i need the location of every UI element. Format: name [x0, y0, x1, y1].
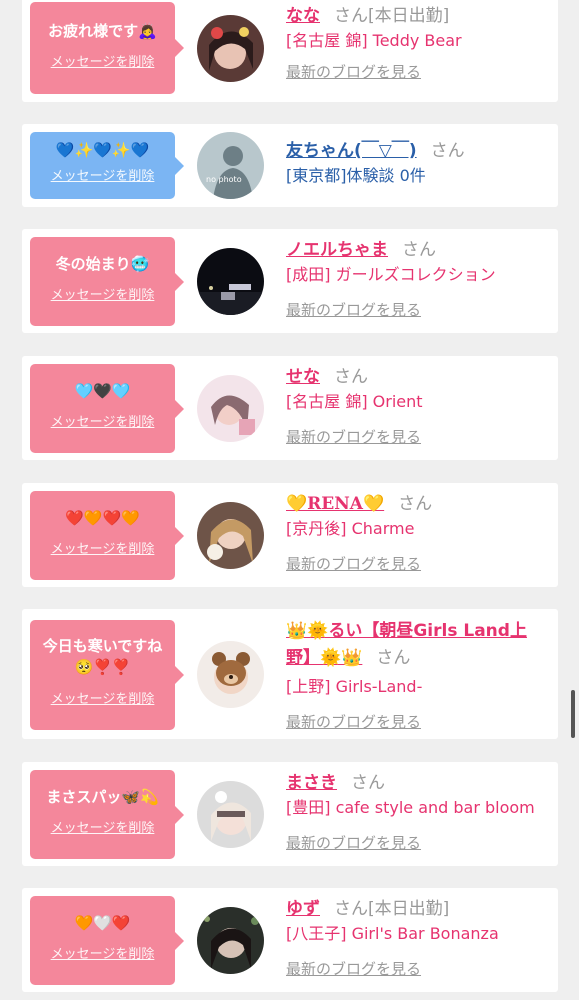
honorific-text: さん [334, 6, 368, 26]
shop-text: [成田] ガールズコレクション [286, 265, 496, 284]
message-bubble: 冬の始まり🥶 メッセージを削除 [30, 237, 184, 326]
message-bubble: 💙✨💙✨💙 メッセージを削除 [30, 132, 184, 199]
avatar[interactable] [197, 248, 264, 315]
user-name-link[interactable]: なな [286, 6, 320, 26]
status-text: [本日出勤] [368, 899, 450, 919]
latest-blog-link[interactable]: 最新のブログを見る [286, 427, 421, 447]
shop-text: [八王子] Girl's Bar Bonanza [286, 924, 499, 943]
delete-message-link[interactable]: メッセージを削除 [30, 169, 175, 185]
message-text: 💙✨💙✨💙 [55, 141, 150, 159]
latest-blog-link[interactable]: 最新のブログを見る [286, 959, 421, 979]
shop-text: [京丹後] Charme [286, 519, 415, 538]
list-item: まさスパッ🦋💫 メッセージを削除 まさき さん [豊田] cafe style a… [22, 762, 558, 866]
shop-text: [豊田] cafe style and bar bloom [286, 798, 535, 817]
latest-blog-link[interactable]: 最新のブログを見る [286, 833, 421, 853]
message-text: 冬の始まり🥶 [55, 255, 150, 273]
message-text: まさスパッ🦋💫 [46, 788, 159, 806]
honorific-text: さん [430, 141, 465, 161]
user-name-link[interactable]: 友ちゃん(￣▽￣) [286, 141, 417, 161]
list-item: 今日も寒いですね 🥺❣️❣️ メッセージを削除 👑🌞るい【朝昼Girls Lan… [22, 609, 558, 739]
latest-blog-link[interactable]: 最新のブログを見る [286, 554, 421, 574]
no-photo-text: no photo [206, 175, 242, 184]
user-name-link[interactable]: ゆず [286, 899, 320, 919]
latest-blog-link[interactable]: 最新のブログを見る [286, 62, 421, 82]
shop-text: [東京都]体験談 0件 [286, 166, 426, 185]
message-text: 🧡🤍❤️ [74, 914, 131, 932]
message-bubble: まさスパッ🦋💫 メッセージを削除 [30, 770, 184, 859]
user-name-link[interactable]: まさき [286, 773, 337, 793]
delete-message-link[interactable]: メッセージを削除 [30, 947, 175, 963]
avatar[interactable] [197, 781, 264, 848]
message-text: ❤️🧡❤️🧡 [65, 509, 140, 527]
avatar[interactable] [197, 375, 264, 442]
list-item: 💙✨💙✨💙 メッセージを削除 no photo 友ちゃん(￣▽￣) さん [東京都… [22, 124, 558, 207]
honorific-text: さん [334, 899, 368, 919]
shop-text: [名古屋 錦] Orient [286, 392, 423, 411]
avatar[interactable] [197, 15, 264, 82]
user-name-link[interactable]: ノエルちゃま [286, 240, 388, 260]
status-text: [本日出勤] [368, 6, 450, 26]
message-bubble: 今日も寒いですね 🥺❣️❣️ メッセージを削除 [30, 620, 184, 730]
honorific-text: さん [351, 773, 385, 793]
avatar[interactable] [197, 502, 264, 569]
honorific-text: さん [402, 240, 436, 260]
delete-message-link[interactable]: メッセージを削除 [30, 542, 175, 558]
shop-text: [上野] Girls-Land- [286, 677, 423, 696]
honorific-text: さん [398, 494, 433, 514]
delete-message-link[interactable]: メッセージを削除 [30, 55, 175, 71]
list-item: 🩵🖤🩵 メッセージを削除 せな さん [名古屋 錦] Orient 最新のブログを… [22, 356, 558, 460]
avatar[interactable] [197, 641, 264, 708]
delete-message-link[interactable]: メッセージを削除 [30, 288, 175, 304]
avatar[interactable] [197, 907, 264, 974]
message-bubble: 🧡🤍❤️ メッセージを削除 [30, 896, 184, 985]
message-text: 🩵🖤🩵 [74, 382, 131, 400]
message-bubble: ❤️🧡❤️🧡 メッセージを削除 [30, 491, 184, 580]
no-photo-avatar[interactable]: no photo [197, 132, 264, 199]
delete-message-link[interactable]: メッセージを削除 [30, 821, 175, 837]
message-text: 今日も寒いですね 🥺❣️❣️ [42, 637, 163, 676]
message-bubble: 🩵🖤🩵 メッセージを削除 [30, 364, 184, 453]
list-item: 冬の始まり🥶 メッセージを削除 ノエルちゃま さん [成田] ガールズコレクション… [22, 229, 558, 333]
latest-blog-link[interactable]: 最新のブログを見る [286, 300, 421, 320]
message-text: お疲れ様です🙇‍♀️ [48, 22, 157, 40]
honorific-text: さん [334, 367, 368, 387]
list-item: ❤️🧡❤️🧡 メッセージを削除 💛RENA💛 さん [京丹後] Charme 最新… [22, 483, 558, 587]
user-name-link[interactable]: 💛RENA💛 [286, 494, 384, 514]
list-item: 🧡🤍❤️ メッセージを削除 ゆず さん[本日出勤] [八王子] Girl's Ba… [22, 888, 558, 992]
delete-message-link[interactable]: メッセージを削除 [30, 415, 175, 431]
user-name-link[interactable]: せな [286, 367, 320, 387]
list-item: お疲れ様です🙇‍♀️ メッセージを削除 なな さん[本日出勤] [名古屋 錦] T… [22, 0, 558, 102]
message-bubble: お疲れ様です🙇‍♀️ メッセージを削除 [30, 2, 184, 94]
honorific-text: さん [376, 648, 411, 668]
shop-text: [名古屋 錦] Teddy Bear [286, 31, 462, 50]
latest-blog-link[interactable]: 最新のブログを見る [286, 712, 421, 732]
delete-message-link[interactable]: メッセージを削除 [30, 692, 175, 708]
scrollbar[interactable] [571, 690, 575, 738]
